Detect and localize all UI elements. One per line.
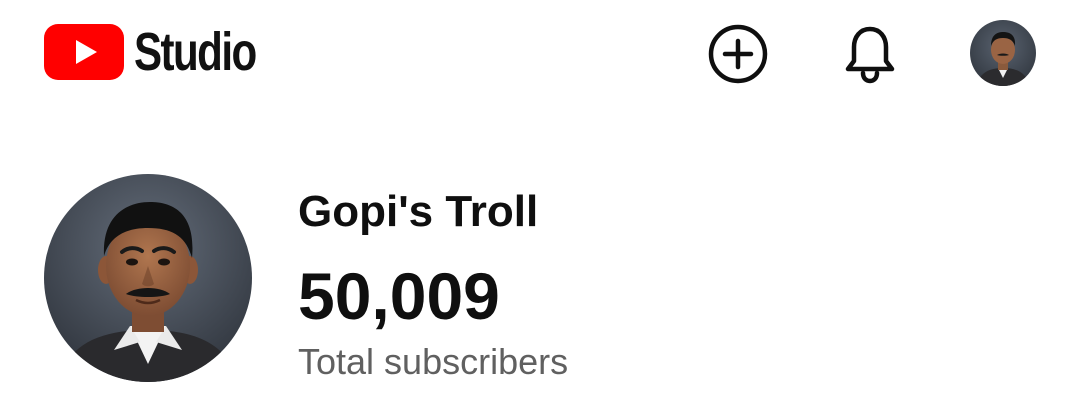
- bell-icon: [845, 26, 895, 84]
- plus-circle-icon: [708, 24, 768, 84]
- subscriber-label: Total subscribers: [298, 341, 569, 382]
- logo-text: Studio: [134, 22, 257, 82]
- studio-page: Studio Gopi's Troll 50,009 Total subscri…: [0, 0, 1080, 416]
- channel-avatar-image: [44, 174, 252, 382]
- account-avatar[interactable]: [970, 20, 1036, 86]
- avatar: [970, 20, 1036, 86]
- youtube-play-icon: [44, 24, 124, 80]
- studio-logo[interactable]: Studio: [44, 24, 290, 80]
- channel-avatar[interactable]: [44, 174, 252, 382]
- create-button[interactable]: [706, 22, 770, 86]
- channel-name: Gopi's Troll: [298, 187, 539, 236]
- notifications-button[interactable]: [838, 22, 902, 86]
- subscriber-count: 50,009: [298, 259, 500, 333]
